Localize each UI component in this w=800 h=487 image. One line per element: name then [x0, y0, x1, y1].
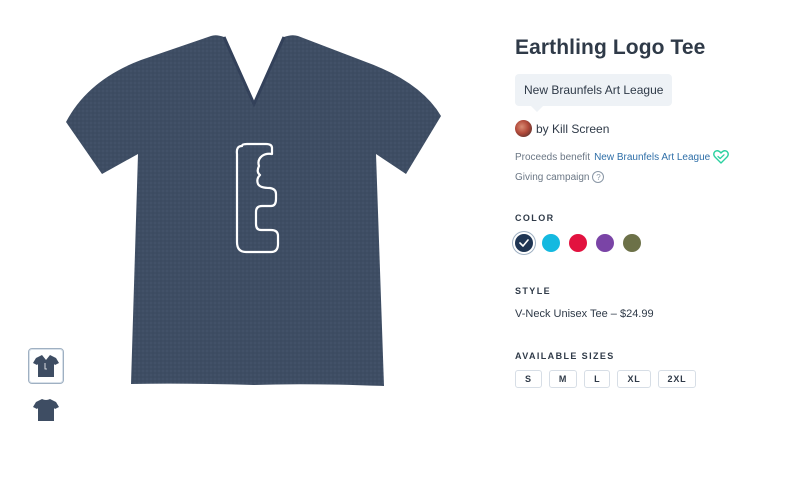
info-circle-icon[interactable]: ?: [592, 171, 605, 183]
tshirt-back-icon: [33, 399, 59, 421]
size-m[interactable]: M: [548, 370, 578, 388]
giving-campaign-line: Giving campaign ?: [515, 171, 605, 183]
thumbnail-list: [28, 348, 64, 436]
giving-text: Giving campaign: [515, 171, 590, 183]
thumbnail-front[interactable]: [28, 348, 64, 384]
tshirt-illustration: [66, 35, 441, 386]
heart-outline-icon: [713, 150, 730, 164]
swatch-red[interactable]: [569, 234, 587, 252]
creator-avatar: [515, 120, 532, 137]
size-s[interactable]: S: [515, 370, 542, 388]
size-options: S M L XL 2XL: [515, 370, 703, 388]
color-label: COLOR: [515, 213, 555, 223]
swatch-navy[interactable]: [515, 234, 533, 252]
sizes-label: AVAILABLE SIZES: [515, 351, 615, 361]
style-label: STYLE: [515, 286, 552, 296]
proceeds-text: Proceeds benefit: [515, 151, 591, 163]
size-2xl[interactable]: 2XL: [657, 370, 697, 388]
swatch-cyan[interactable]: [542, 234, 560, 252]
swatch-olive[interactable]: [623, 234, 641, 252]
size-xl[interactable]: XL: [617, 370, 651, 388]
color-swatches: [515, 234, 650, 252]
product-main-image: [66, 34, 442, 388]
swatch-purple[interactable]: [596, 234, 614, 252]
proceeds-line: Proceeds benefit New Braunfels Art Leagu…: [515, 150, 730, 164]
campaign-tag[interactable]: New Braunfels Art League: [515, 74, 673, 112]
beneficiary-link[interactable]: New Braunfels Art League: [594, 152, 710, 163]
checkmark-icon: [519, 239, 529, 247]
style-selection[interactable]: V-Neck Unisex Tee – $24.99: [515, 308, 654, 320]
creator-name: by Kill Screen: [536, 121, 610, 136]
product-title: Earthling Logo Tee: [515, 36, 706, 59]
tshirt-front-icon: [33, 355, 59, 377]
creator-byline[interactable]: by Kill Screen: [515, 120, 609, 137]
size-l[interactable]: L: [584, 370, 611, 388]
thumbnail-back[interactable]: [28, 392, 64, 428]
